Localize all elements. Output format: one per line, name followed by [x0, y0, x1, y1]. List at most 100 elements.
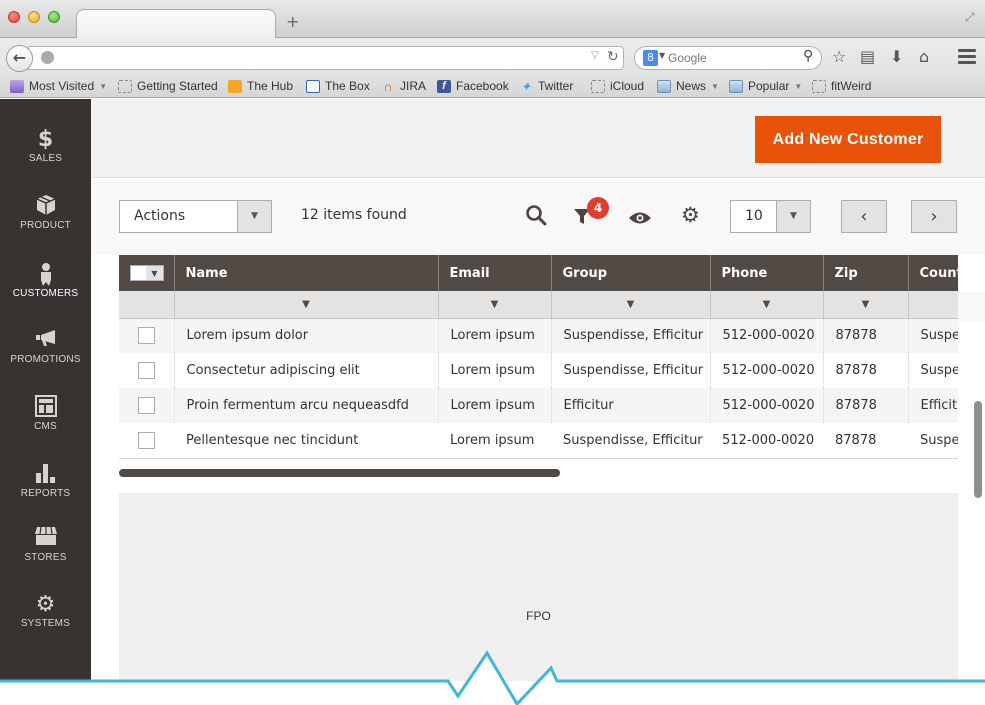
download-icon[interactable]: ⬇	[890, 49, 903, 65]
folder-icon	[729, 79, 743, 93]
chevron-down-icon[interactable]: ▼	[237, 201, 271, 232]
cell-phone: 512-000-0020	[710, 388, 824, 423]
reading-list-icon[interactable]: ▤	[860, 49, 875, 65]
sidebar-item-sales[interactable]: $ SALES	[0, 127, 91, 164]
column-header-group[interactable]: Group	[551, 255, 711, 291]
table-row[interactable]: Consectetur adipiscing elit Lorem ipsum Su…	[119, 353, 958, 388]
cell-email: Lorem ipsum	[438, 318, 552, 353]
row-checkbox[interactable]	[137, 362, 155, 379]
horizontal-scrollbar[interactable]	[119, 469, 560, 477]
fullscreen-icon[interactable]: ⤢	[965, 10, 975, 25]
sidebar-item-customers[interactable]: CUSTOMERS	[0, 262, 91, 299]
page-tear-divider	[0, 650, 985, 705]
arrow-left-icon: ←	[12, 48, 27, 67]
eye-icon[interactable]	[628, 208, 652, 228]
add-new-customer-button[interactable]: Add New Customer	[755, 116, 941, 163]
globe-icon	[41, 51, 54, 64]
column-header-email[interactable]: Email	[438, 255, 552, 291]
row-select-cell	[119, 423, 174, 459]
cell-name: Pellentesque nec tincidunt	[174, 423, 438, 459]
bookmark-the-hub[interactable]: The Hub	[228, 79, 293, 93]
chevron-down-icon: ▼	[99, 81, 108, 91]
filter-zip-icon[interactable]: ▼	[823, 291, 909, 319]
bookmark-star-icon[interactable]: ☆	[832, 49, 846, 65]
filter-phone-icon[interactable]: ▼	[710, 291, 824, 319]
mass-select-checkbox[interactable]: ▼	[130, 265, 164, 281]
hub-icon	[228, 79, 242, 93]
blank-page-icon	[591, 79, 605, 93]
cell-country: Efficitur	[908, 388, 958, 423]
column-header-country[interactable]: Country	[908, 255, 958, 291]
close-window-button[interactable]	[8, 11, 20, 23]
bookmark-news[interactable]: News ▼	[657, 79, 719, 93]
next-page-button[interactable]: ›	[911, 200, 957, 233]
table-row[interactable]: Pellentesque nec tincidunt Lorem ipsum Sus…	[119, 423, 958, 459]
vertical-scrollbar[interactable]	[974, 401, 982, 498]
hamburger-menu-icon[interactable]	[958, 49, 976, 67]
chevron-down-icon[interactable]: ▼	[776, 201, 810, 232]
cell-group: Suspendisse, Efficitur	[551, 353, 711, 388]
column-header-zip[interactable]: Zip	[823, 255, 909, 291]
cell-country: Suspendisse	[908, 318, 958, 353]
filter-group-icon[interactable]: ▼	[551, 291, 711, 319]
row-checkbox[interactable]	[138, 431, 155, 449]
zoom-window-button[interactable]	[48, 11, 60, 23]
home-icon[interactable]: ⌂	[919, 49, 929, 65]
bookmark-fitweird[interactable]: fitWeird	[812, 79, 871, 93]
sidebar-item-reports[interactable]: REPORTS	[0, 462, 91, 499]
layout-icon	[0, 395, 91, 421]
bookmark-twitter[interactable]: ✦ Twitter	[519, 79, 574, 93]
sidebar-item-product[interactable]: PRODUCT	[0, 194, 91, 231]
search-placeholder: Google	[668, 51, 707, 65]
row-checkbox[interactable]	[137, 397, 155, 414]
chevron-right-icon: ›	[930, 206, 938, 227]
cell-name: Lorem ipsum dolor	[174, 318, 439, 353]
sidebar-item-cms[interactable]: CMS	[0, 395, 91, 432]
grid-edge	[958, 292, 985, 322]
column-header-name[interactable]: Name	[174, 255, 439, 291]
search-bar[interactable]: 8 ▼ Google ⚲	[634, 46, 822, 70]
chevron-down-icon[interactable]: ▼	[146, 266, 163, 280]
sidebar-item-stores[interactable]: STORES	[0, 526, 91, 563]
actions-dropdown[interactable]: Actions ▼	[119, 200, 272, 233]
column-header-phone[interactable]: Phone	[710, 255, 824, 291]
bookmark-popular[interactable]: Popular ▼	[729, 79, 802, 93]
filter-email-icon[interactable]: ▼	[438, 291, 552, 319]
cell-zip: 87878	[823, 318, 909, 353]
bookmark-most-visited[interactable]: Most Visited ▼	[10, 79, 107, 93]
table-row[interactable]: Proin fermentum arcu nequeasdfd Lorem ips…	[119, 388, 958, 423]
fpo-label: FPO	[526, 609, 551, 623]
bar-chart-icon	[0, 462, 91, 488]
filter-name-icon[interactable]: ▼	[174, 291, 439, 319]
search-icon[interactable]: ⚲	[803, 48, 813, 64]
filter-cell-empty	[119, 291, 175, 319]
select-all-header[interactable]: ▼	[119, 255, 175, 291]
browser-navbar: ← ▽ ↻ 8 ▼ Google ⚲ ☆ ▤ ⬇ ⌂	[0, 38, 985, 76]
search-icon[interactable]	[525, 204, 547, 229]
bookmark-jira[interactable]: ∩ JIRA	[381, 79, 426, 93]
google-engine-icon[interactable]: 8	[643, 50, 658, 66]
reload-icon[interactable]: ↻	[607, 49, 619, 65]
bookmark-getting-started[interactable]: Getting Started	[118, 79, 218, 93]
new-tab-button[interactable]: +	[286, 12, 299, 31]
gear-icon[interactable]: ⚙	[681, 205, 700, 226]
row-checkbox[interactable]	[137, 327, 155, 345]
per-page-dropdown[interactable]: 10 ▼	[730, 200, 811, 233]
engine-dropdown-icon[interactable]: ▼	[659, 51, 665, 60]
customer-grid: ▼ Name Email Group Phone Zip Country ▼ ▼…	[119, 255, 958, 460]
sidebar-item-systems[interactable]: ⚙ SYSTEMS	[0, 592, 91, 629]
url-bar[interactable]: ▽ ↻	[28, 46, 624, 70]
browser-tab-active[interactable]	[76, 9, 276, 39]
cell-email: Lorem ipsum	[438, 423, 551, 459]
bookmark-icloud[interactable]: iCloud	[591, 79, 644, 93]
back-button[interactable]: ←	[6, 45, 33, 72]
previous-page-button[interactable]: ‹	[841, 200, 887, 233]
url-history-dropdown-icon[interactable]: ▽	[591, 50, 599, 61]
cell-name: Proin fermentum arcu nequeasdfd	[174, 388, 439, 423]
bookmark-facebook[interactable]: f Facebook	[437, 79, 509, 93]
bookmark-the-box[interactable]: The Box	[306, 79, 370, 93]
table-row[interactable]: Lorem ipsum dolor Lorem ipsum Suspendisse,…	[119, 318, 958, 353]
row-select-cell	[119, 388, 175, 423]
sidebar-item-promotions[interactable]: PROMOTIONS	[0, 328, 91, 365]
minimize-window-button[interactable]	[28, 11, 40, 23]
